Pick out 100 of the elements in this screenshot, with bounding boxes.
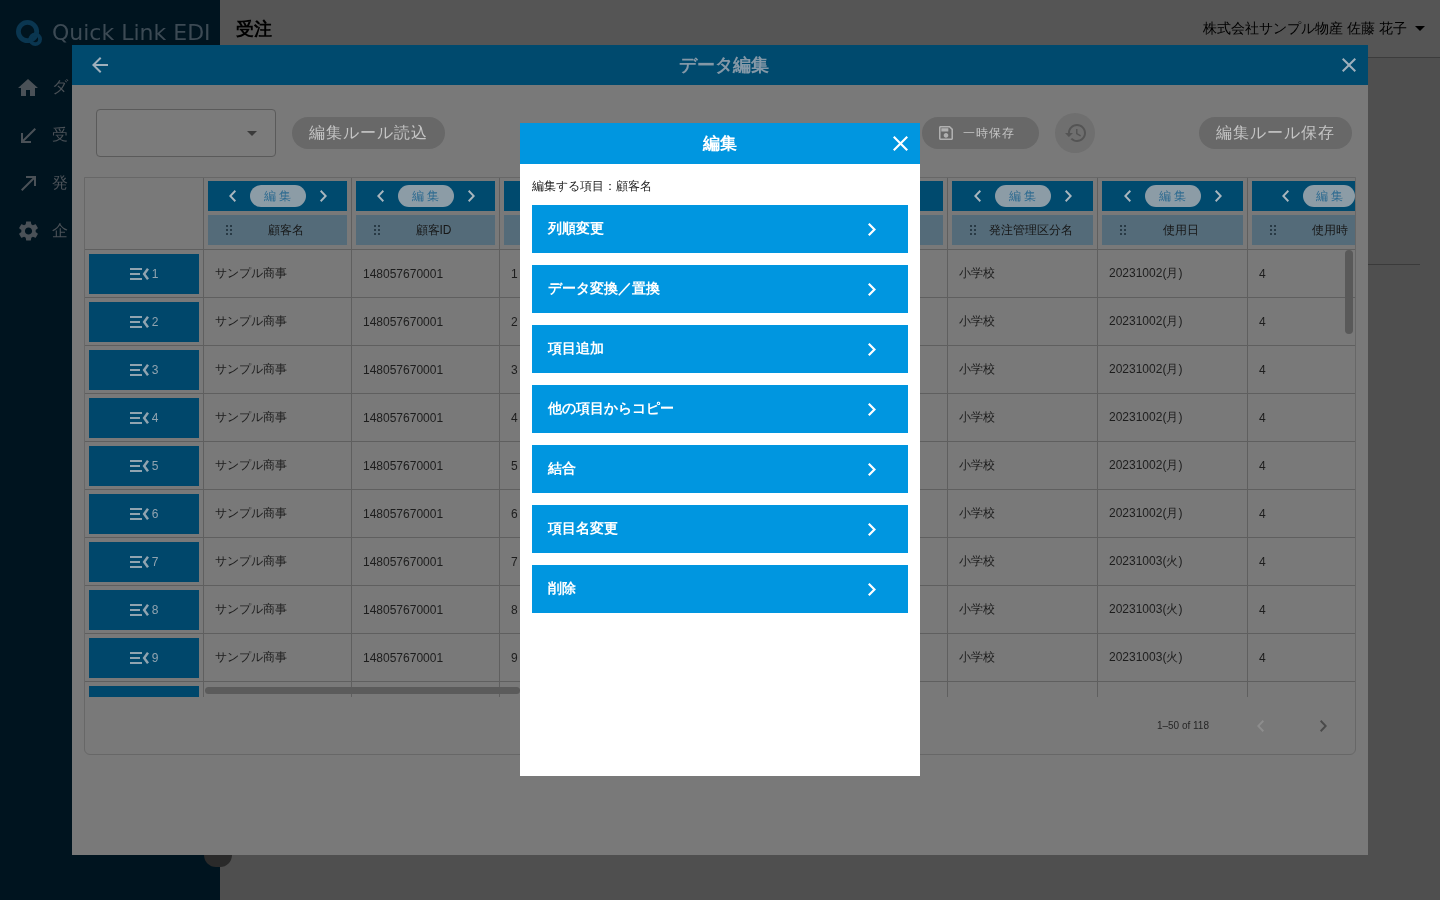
column-title: 顧客ID — [414, 221, 453, 239]
chevron-right-icon[interactable] — [1064, 190, 1072, 202]
cell-text: 小学校 — [959, 457, 995, 474]
chevron-right-icon[interactable] — [467, 190, 475, 202]
nav-item[interactable]: ダ — [0, 63, 68, 111]
field-caption: 編集する項目：顧客名 — [532, 178, 653, 194]
cell-text: 148057670001 — [363, 602, 444, 617]
cell-text: 小学校 — [959, 601, 995, 618]
cell-text: 4 — [511, 410, 518, 425]
list-chevron-icon — [129, 652, 149, 664]
history-button[interactable] — [1055, 113, 1095, 153]
edit-button[interactable]: 編集 — [397, 185, 454, 207]
chevron-left-icon[interactable] — [376, 190, 384, 202]
cell-text: 4 — [1259, 314, 1266, 329]
cell-text: サンプル商事 — [215, 601, 287, 618]
cell-text: サンプル商事 — [215, 457, 287, 474]
cell-text: 4 — [1259, 506, 1266, 521]
chevron-left-icon[interactable] — [1282, 190, 1289, 202]
chevron-left-icon[interactable] — [1123, 190, 1131, 202]
cell-text: 7 — [511, 554, 518, 569]
drag-handle-icon[interactable] — [226, 225, 232, 235]
row-menu-button[interactable]: 9 — [89, 638, 199, 678]
back-arrow-icon[interactable] — [92, 57, 108, 73]
cell-text: 8 — [511, 602, 518, 617]
cell-text: 148057670001 — [363, 362, 444, 377]
nav-item[interactable]: 受 — [0, 111, 68, 159]
edit-button[interactable]: 編集 — [1303, 185, 1355, 207]
row-menu-button[interactable]: 2 — [89, 302, 199, 342]
drag-handle-icon[interactable] — [374, 225, 380, 235]
cell-text: 3 — [511, 362, 518, 377]
cell-text: 20231002(月) — [1109, 505, 1183, 522]
drag-handle-icon[interactable] — [970, 225, 976, 235]
chevron-right-icon[interactable] — [1320, 719, 1327, 732]
page-title: 受注 — [236, 17, 272, 41]
menu-item[interactable]: 削除 — [532, 565, 908, 613]
cell-text: 4 — [1259, 266, 1266, 281]
sidebar-toggle-button[interactable] — [204, 855, 232, 867]
modal-title: 編集 — [703, 133, 737, 155]
cell-text: 小学校 — [959, 361, 995, 378]
cell-text: 6 — [511, 506, 518, 521]
row-menu-button[interactable]: 8 — [89, 590, 199, 630]
menu-item[interactable]: 項目追加 — [532, 325, 908, 373]
nav-item[interactable]: 発 — [0, 159, 68, 207]
close-icon[interactable] — [893, 136, 908, 151]
row-menu-button[interactable]: 6 — [89, 494, 199, 534]
row-menu-button[interactable]: 7 — [89, 542, 199, 582]
cell-text: 1 — [511, 266, 518, 281]
chevron-right-icon — [868, 462, 876, 476]
menu-item[interactable]: 項目名変更 — [532, 505, 908, 553]
close-icon[interactable] — [1342, 58, 1356, 72]
cell-text: 4 — [1259, 554, 1266, 569]
cell-text: 2 — [511, 314, 518, 329]
column-title: 使用時 — [1312, 221, 1348, 239]
cell-text: 148057670001 — [363, 266, 444, 281]
settings-icon — [18, 221, 38, 241]
drag-handle-icon[interactable] — [1270, 225, 1276, 235]
cell-text: 4 — [1259, 362, 1266, 377]
list-chevron-icon — [129, 268, 149, 280]
chevron-right-icon — [868, 342, 876, 356]
page-range: 1–50 of 118 — [1156, 720, 1209, 731]
chevron-right-icon — [868, 402, 876, 416]
chevron-right-icon — [868, 222, 876, 236]
edit-button[interactable]: 編集 — [1144, 185, 1201, 207]
nav-item[interactable]: 企 — [0, 207, 68, 255]
row-menu-button[interactable]: 4 — [89, 398, 199, 438]
row-menu-button[interactable]: 3 — [89, 350, 199, 390]
cell-text: 小学校 — [959, 553, 995, 570]
list-chevron-icon — [129, 556, 149, 568]
scrollbar-thumb[interactable] — [205, 687, 520, 694]
row-menu-button[interactable]: 5 — [89, 446, 199, 486]
chevron-right-icon[interactable] — [1214, 190, 1222, 202]
row-menu-button[interactable]: 1 — [89, 254, 199, 294]
cell-text: サンプル商事 — [215, 505, 287, 522]
list-chevron-icon — [129, 364, 149, 376]
logo-icon — [16, 20, 42, 46]
cell-text: 148057670001 — [363, 458, 444, 473]
select-field[interactable] — [96, 109, 276, 157]
cell-text: 4 — [1259, 410, 1266, 425]
user-menu[interactable]: 株式会社サンプル物産 佐藤 花子 — [1203, 19, 1425, 38]
cell-text: 148057670001 — [363, 410, 444, 425]
menu-item[interactable]: 結合 — [532, 445, 908, 493]
drag-handle-icon[interactable] — [1120, 225, 1126, 235]
column-title: 顧客名 — [266, 221, 305, 239]
chevron-left-icon[interactable] — [228, 190, 236, 202]
chevron-right-icon[interactable] — [319, 190, 327, 202]
caret-down-icon — [1415, 26, 1425, 31]
list-chevron-icon — [129, 316, 149, 328]
edit-button[interactable]: 編集 — [994, 185, 1051, 207]
history-icon — [1064, 124, 1086, 142]
scrollbar-thumb[interactable] — [1345, 250, 1353, 334]
cell-text: 148057670001 — [363, 314, 444, 329]
menu-item[interactable]: 列順変更 — [532, 205, 908, 253]
cell-text: 4 — [1259, 650, 1266, 665]
edit-button[interactable]: 編集 — [249, 185, 306, 207]
cell-text: 小学校 — [959, 313, 995, 330]
menu-item[interactable]: 他の項目からコピー — [532, 385, 908, 433]
cell-text: 20231002(月) — [1109, 457, 1183, 474]
menu-item[interactable]: データ変換／置換 — [532, 265, 908, 313]
cell-text: サンプル商事 — [215, 409, 287, 426]
chevron-left-icon[interactable] — [973, 190, 981, 202]
